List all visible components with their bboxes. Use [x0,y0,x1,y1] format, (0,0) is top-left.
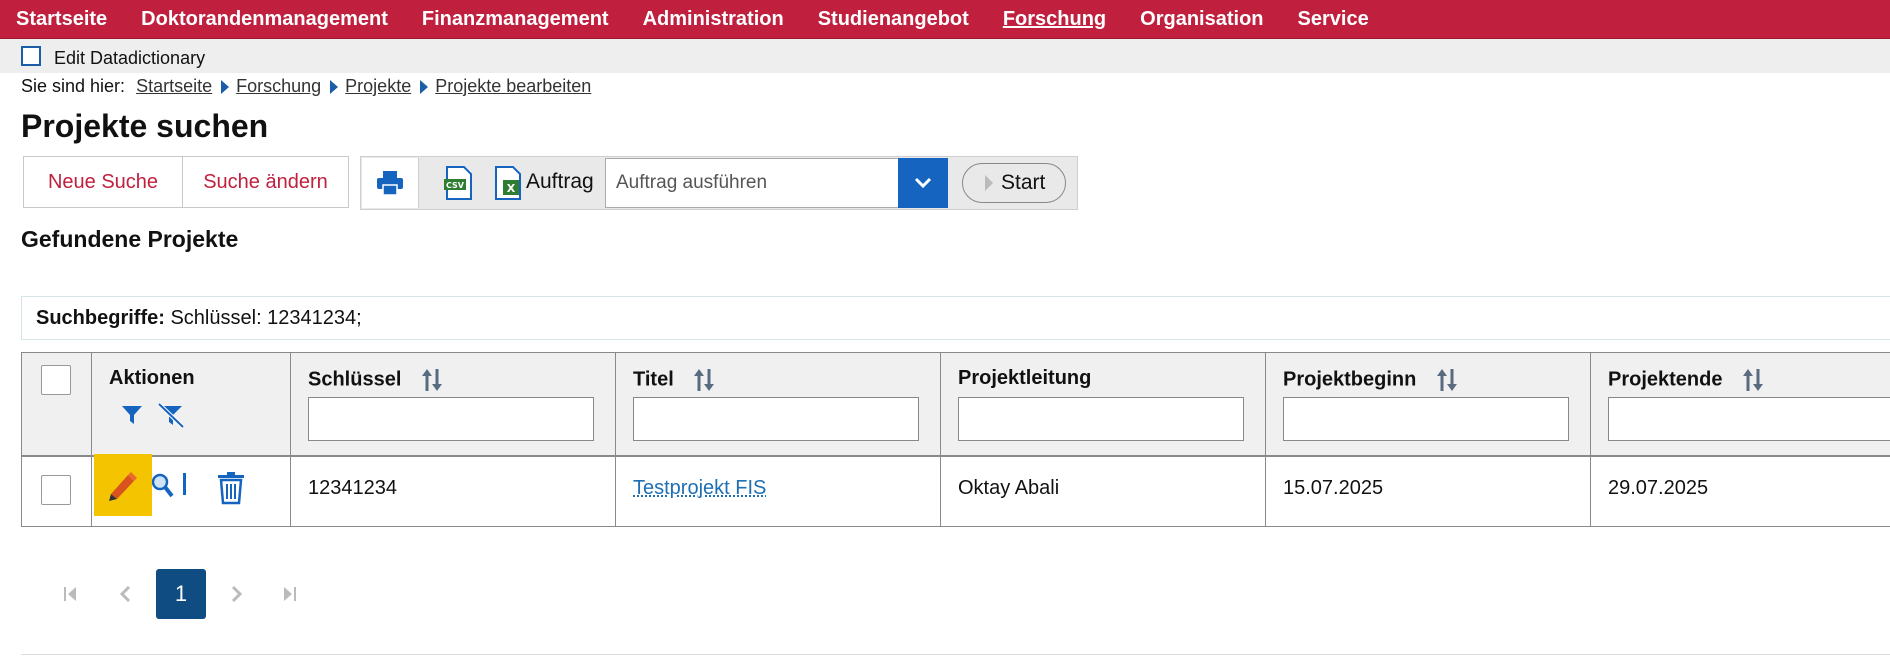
sort-icon[interactable] [419,367,445,393]
breadcrumb-projekte[interactable]: Projekte [345,76,411,96]
breadcrumb-separator-icon [330,80,339,95]
print-button[interactable] [362,158,419,208]
breadcrumb-forschung[interactable]: Forschung [236,76,321,96]
row-actions-cell [92,454,291,526]
title-filter-input[interactable] [633,397,919,441]
datadictionary-bar [0,39,1890,73]
datadictionary-label: Edit Datadictionary [54,48,206,68]
row-start-cell: 15.07.2025 [1266,457,1591,526]
auftrag-select[interactable]: Auftrag ausführen [605,158,899,208]
breadcrumb-prefix: Sie sind hier: [21,76,126,96]
header-key-text: Schlüssel [308,367,445,393]
start-button[interactable]: Start [962,163,1066,203]
sort-icon[interactable] [1740,367,1766,393]
breadcrumb-separator-icon [221,80,230,95]
row-start: 15.07.2025 [1283,477,1384,499]
breadcrumb-separator-icon [420,80,429,95]
row-title-cell: Testprojekt FIS [616,457,941,526]
row-select-cell [22,457,92,526]
nav-item-organisation[interactable]: Organisation [1140,8,1263,31]
section-title: Gefundene Projekte [21,226,239,252]
lead-filter-input[interactable] [958,397,1244,441]
header-actions: Aktionen [92,353,291,457]
header-title: Titel [616,353,941,457]
header-key-label: Schlüssel [308,368,402,391]
header-select-cell [22,353,92,457]
header-actions-label: Aktionen [109,367,195,389]
select-all-checkbox[interactable] [41,365,71,395]
sort-icon[interactable] [1434,367,1460,393]
row-end-cell: 29.07.2025 [1591,457,1890,526]
row-lead-cell: Oktay Abali [941,457,1266,526]
trash-icon[interactable] [216,471,246,505]
page-title: Projekte suchen [21,108,269,144]
chevron-down-icon [914,177,932,189]
header-key: Schlüssel [291,353,616,457]
nav-item-administration[interactable]: Administration [643,8,784,31]
start-button-label: Start [1001,171,1046,194]
header-start-label: Projektbeginn [1283,368,1417,391]
nav-item-service[interactable]: Service [1298,8,1369,31]
breadcrumb: Sie sind hier: Startseite Forschung Projek… [21,76,591,97]
sort-icon[interactable] [691,367,717,393]
header-lead: Projektleitung [941,353,1266,457]
row-lead: Oktay Abali [958,477,1060,499]
excel-export-icon[interactable]: X [492,166,524,200]
search-terms-value: Schlüssel: 12341234; [170,307,362,329]
breadcrumb-projekte-bearbeiten[interactable]: Projekte bearbeiten [435,76,591,96]
header-end: Projektende [1591,353,1890,457]
header-end-text: Projektende [1608,367,1766,393]
nav-item-studienangebot[interactable]: Studienangebot [818,8,969,31]
edit-button[interactable] [94,454,152,516]
header-title-text: Titel [633,367,717,393]
next-page-icon[interactable] [230,583,244,605]
filter-icon[interactable] [120,403,144,427]
last-page-icon[interactable] [282,583,298,605]
clear-filter-icon[interactable] [156,401,186,429]
header-start: Projektbeginn [1266,353,1591,457]
breadcrumb-startseite[interactable]: Startseite [136,76,212,96]
datadictionary-checkbox[interactable] [21,46,41,66]
auftrag-label: Auftrag [526,170,594,193]
key-filter-input[interactable] [308,397,594,441]
header-title-label: Titel [633,368,674,391]
previous-page-icon[interactable] [118,583,132,605]
separator-icon [183,473,186,495]
header-lead-label: Projektleitung [958,367,1092,389]
nav-item-doktorandenmanagement[interactable]: Doktorandenmanagement [141,8,388,31]
svg-text:X: X [507,182,516,195]
row-key: 12341234 [308,477,397,499]
new-search-button[interactable]: Neue Suche [23,156,183,208]
pencil-icon [109,472,137,501]
header-end-label: Projektende [1608,368,1723,391]
nav-item-finanzmanagement[interactable]: Finanzmanagement [422,8,609,31]
results-table: Aktionen Schlüssel Titel Projektleitung … [21,352,1890,527]
view-details-icon[interactable] [152,471,174,501]
row-key-cell: 12341234 [291,457,616,526]
row-end: 29.07.2025 [1608,477,1709,499]
printer-icon [377,171,403,196]
auftrag-dropdown-button[interactable] [898,158,948,208]
main-navigation: Startseite Doktorandenmanagement Finanzm… [0,0,1890,39]
end-filter-input[interactable] [1608,397,1890,441]
search-terms-box: Suchbegriffe: Schlüssel: 12341234; [21,296,1890,340]
play-icon [985,175,993,191]
footer-divider [21,654,1890,655]
row-checkbox[interactable] [41,475,71,505]
current-page-button[interactable]: 1 [156,569,206,619]
search-terms-label: Suchbegriffe: [36,307,165,329]
nav-item-forschung[interactable]: Forschung [1003,8,1106,31]
header-start-text: Projektbeginn [1283,367,1460,393]
first-page-icon[interactable] [62,583,78,605]
change-search-button[interactable]: Suche ändern [182,156,349,208]
nav-item-startseite[interactable]: Startseite [16,8,107,31]
csv-export-icon[interactable]: CSV [443,166,475,200]
start-filter-input[interactable] [1283,397,1569,441]
row-title-link[interactable]: Testprojekt FIS [633,477,766,500]
svg-text:CSV: CSV [446,181,465,190]
